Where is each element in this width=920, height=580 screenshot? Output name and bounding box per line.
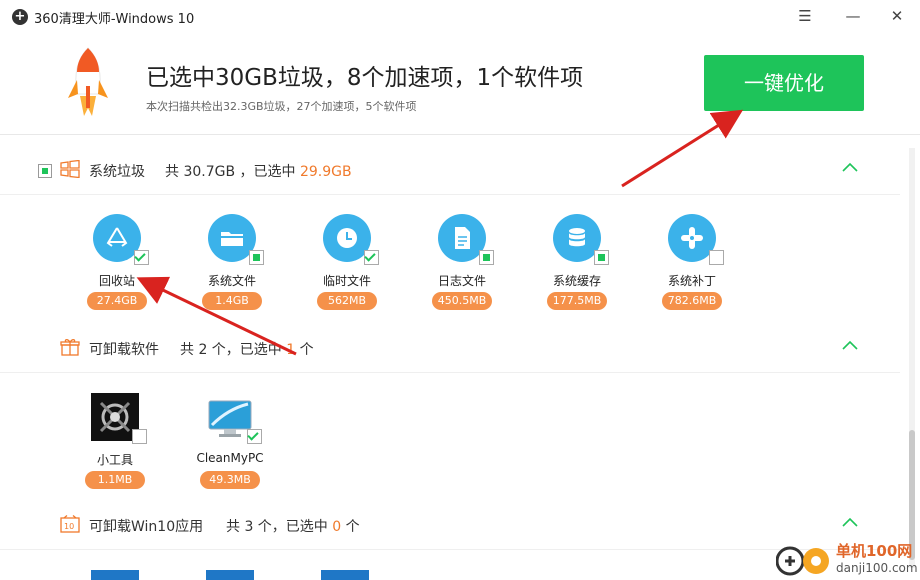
watermark-site-name: 单机100网 [836,542,913,560]
watermark-logo-icon [776,546,829,576]
watermark-url: danji100.com [836,561,918,575]
watermark: 单机100网 danji100.com [776,540,920,580]
annotation-arrows [136,109,744,356]
arrow-to-recycle-bin [136,276,297,356]
arrow-to-optimize-button [621,109,744,188]
